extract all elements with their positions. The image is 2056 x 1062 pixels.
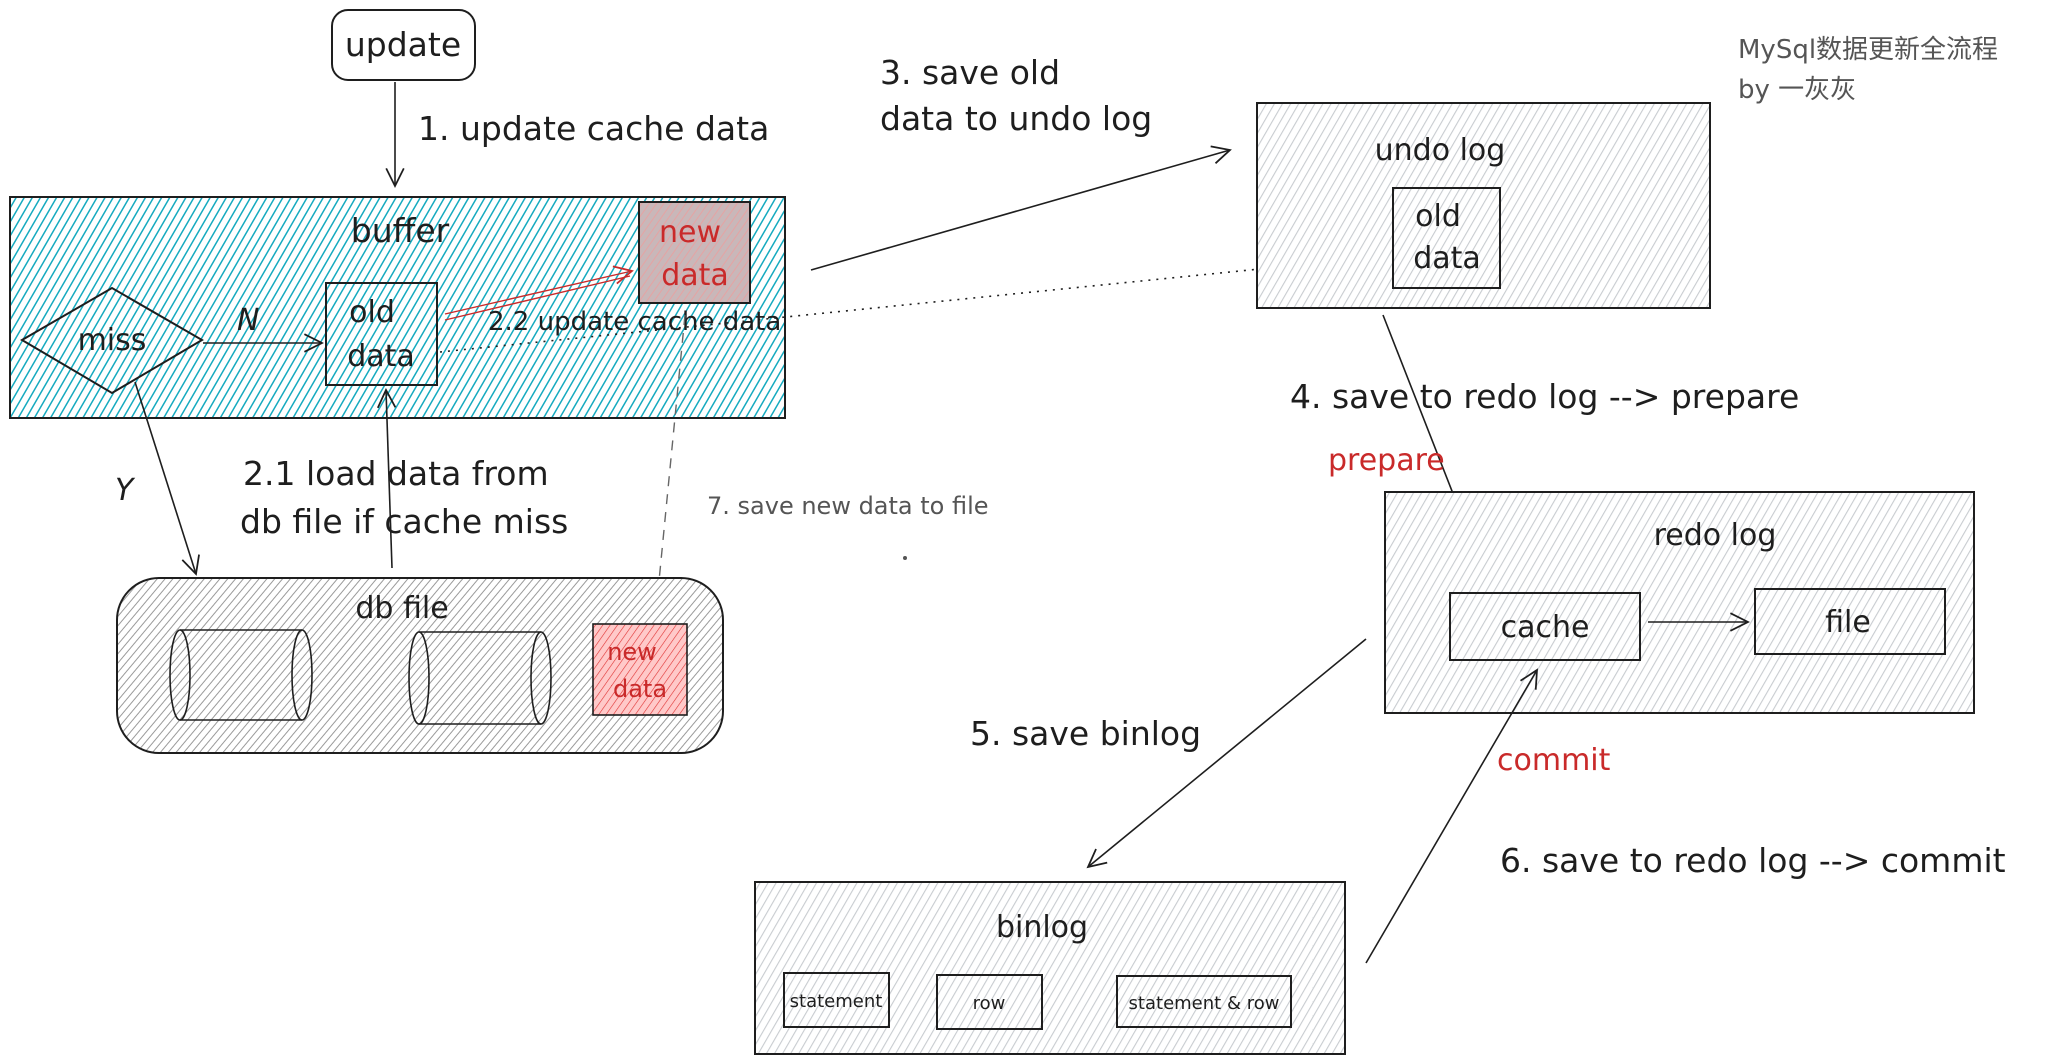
step4-label: 4. save to redo log --> prepare — [1290, 377, 1799, 416]
diagram-author: by 一灰灰 — [1738, 75, 1856, 105]
step3-line2: data to undo log — [880, 99, 1152, 138]
binlog-format-statement-label: statement — [790, 991, 883, 1012]
step3-line1: 3. save old — [880, 53, 1060, 92]
diagram-title: MySql数据更新全流程 — [1738, 35, 1998, 65]
step1-label: 1. update cache data — [418, 109, 769, 148]
buffer-label: buffer — [351, 211, 450, 250]
commit-label: commit — [1497, 743, 1611, 778]
binlog-format-statement[interactable]: statement — [783, 972, 890, 1028]
buffer-new-data[interactable]: new data — [638, 201, 751, 304]
redo-cache[interactable]: cache — [1449, 592, 1641, 661]
undo-old-data[interactable]: old data — [1392, 187, 1501, 289]
redo-log-label: redo log — [1654, 518, 1777, 553]
redo-file[interactable]: file — [1754, 588, 1946, 655]
n-label: N — [237, 303, 259, 338]
buffer-new-data-line1: new — [659, 215, 721, 250]
db-new-data-line2: data — [613, 675, 667, 703]
step6-label: 6. save to redo log --> commit — [1500, 841, 2006, 880]
y-label: Y — [115, 473, 136, 508]
db-new-data-line1: new — [607, 638, 657, 666]
redo-cache-label: cache — [1501, 610, 1590, 645]
step2-1-line2: db file if cache miss — [240, 502, 568, 541]
db-cylinder-1 — [169, 629, 313, 721]
miss-label: miss — [78, 323, 147, 358]
step7-label: 7. save new data to file — [707, 492, 989, 520]
db-new-data[interactable]: new data — [592, 623, 688, 716]
step5-label: 5. save binlog — [970, 714, 1201, 753]
step2-1-line1: 2.1 load data from — [243, 454, 549, 493]
binlog-format-mixed[interactable]: statement & row — [1116, 975, 1292, 1028]
update-node[interactable]: update — [331, 9, 476, 81]
undo-old-data-line1: old — [1415, 199, 1461, 234]
buffer-old-data-line2: data — [347, 339, 415, 374]
stray-dot — [903, 556, 907, 560]
binlog-format-mixed-label: statement & row — [1129, 993, 1280, 1014]
binlog-format-row-label: row — [973, 993, 1006, 1014]
step2-2-label: 2.2 update cache data — [488, 307, 781, 337]
arrow-buffer-to-undo-log — [810, 145, 1232, 271]
prepare-label: prepare — [1328, 443, 1445, 478]
binlog-container[interactable]: binlog — [754, 881, 1346, 1055]
db-cylinder-2 — [408, 631, 552, 725]
buffer-new-data-line2: data — [661, 258, 729, 293]
buffer-old-data-line1: old — [349, 295, 395, 330]
mysql-update-flow-diagram: update 1. update cache data buffer miss … — [9, 9, 2006, 1055]
redo-file-label: file — [1825, 605, 1871, 640]
binlog-format-row[interactable]: row — [936, 974, 1043, 1030]
db-file-label: db file — [355, 591, 448, 626]
undo-old-data-line2: data — [1413, 241, 1481, 276]
binlog-shape — [754, 881, 1346, 1055]
buffer-old-data[interactable]: old data — [325, 282, 438, 386]
binlog-label: binlog — [996, 910, 1088, 945]
update-node-label: update — [345, 25, 461, 64]
arrow-redo-to-binlog — [1086, 638, 1367, 869]
undo-log-label: undo log — [1375, 133, 1506, 168]
